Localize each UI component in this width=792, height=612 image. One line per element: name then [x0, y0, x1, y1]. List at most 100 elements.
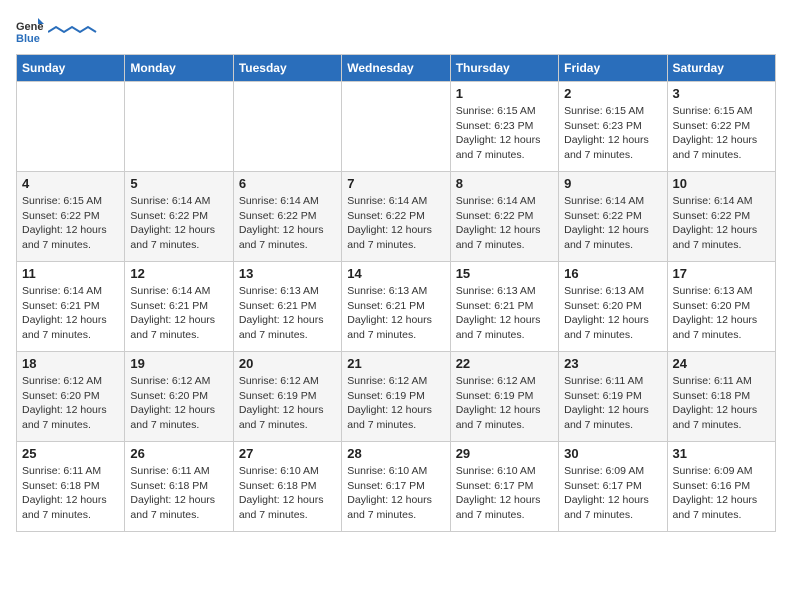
day-cell — [17, 82, 125, 172]
day-cell: 31 Sunrise: 6:09 AMSunset: 6:16 PMDayligh… — [667, 442, 775, 532]
day-info: Sunrise: 6:15 AMSunset: 6:22 PMDaylight:… — [22, 194, 119, 253]
day-cell: 19 Sunrise: 6:12 AMSunset: 6:20 PMDayligh… — [125, 352, 233, 442]
logo-wave — [48, 24, 98, 34]
day-cell: 4Sunrise: 6:15 AMSunset: 6:22 PMDaylight… — [17, 172, 125, 262]
day-info: Sunrise: 6:14 AMSunset: 6:22 PMDaylight:… — [130, 194, 227, 253]
day-cell: 7 Sunrise: 6:14 AMSunset: 6:22 PMDaylight… — [342, 172, 450, 262]
day-cell: 20 Sunrise: 6:12 AMSunset: 6:19 PMDayligh… — [233, 352, 341, 442]
day-cell: 8 Sunrise: 6:14 AMSunset: 6:22 PMDaylight… — [450, 172, 558, 262]
calendar-table: SundayMondayTuesdayWednesdayThursdayFrid… — [16, 54, 776, 532]
day-cell: 28 Sunrise: 6:10 AMSunset: 6:17 PMDayligh… — [342, 442, 450, 532]
day-cell: 30 Sunrise: 6:09 AMSunset: 6:17 PMDayligh… — [559, 442, 667, 532]
day-cell — [342, 82, 450, 172]
day-number: 19 — [130, 356, 227, 371]
day-cell: 11 Sunrise: 6:14 AMSunset: 6:21 PMDayligh… — [17, 262, 125, 352]
day-number: 8 — [456, 176, 553, 191]
weekday-header-saturday: Saturday — [667, 55, 775, 82]
day-number: 18 — [22, 356, 119, 371]
day-cell: 9Sunrise: 6:14 AMSunset: 6:22 PMDaylight… — [559, 172, 667, 262]
day-info: Sunrise: 6:12 AMSunset: 6:19 PMDaylight:… — [347, 374, 444, 433]
day-cell: 17Sunrise: 6:13 AMSunset: 6:20 PMDayligh… — [667, 262, 775, 352]
day-info: Sunrise: 6:14 AMSunset: 6:22 PMDaylight:… — [564, 194, 661, 253]
day-number: 31 — [673, 446, 770, 461]
day-number: 24 — [673, 356, 770, 371]
day-info: Sunrise: 6:13 AMSunset: 6:21 PMDaylight:… — [239, 284, 336, 343]
day-info: Sunrise: 6:12 AMSunset: 6:19 PMDaylight:… — [239, 374, 336, 433]
day-info: Sunrise: 6:10 AMSunset: 6:18 PMDaylight:… — [239, 464, 336, 523]
day-cell: 2 Sunrise: 6:15 AMSunset: 6:23 PMDaylight… — [559, 82, 667, 172]
day-cell: 1Sunrise: 6:15 AMSunset: 6:23 PMDaylight… — [450, 82, 558, 172]
day-info: Sunrise: 6:11 AMSunset: 6:18 PMDaylight:… — [130, 464, 227, 523]
day-info: Sunrise: 6:14 AMSunset: 6:22 PMDaylight:… — [239, 194, 336, 253]
day-number: 3 — [673, 86, 770, 101]
day-info: Sunrise: 6:14 AMSunset: 6:22 PMDaylight:… — [673, 194, 770, 253]
day-cell: 27 Sunrise: 6:10 AMSunset: 6:18 PMDayligh… — [233, 442, 341, 532]
day-number: 22 — [456, 356, 553, 371]
day-cell: 25Sunrise: 6:11 AMSunset: 6:18 PMDayligh… — [17, 442, 125, 532]
day-cell: 29Sunrise: 6:10 AMSunset: 6:17 PMDayligh… — [450, 442, 558, 532]
day-info: Sunrise: 6:13 AMSunset: 6:21 PMDaylight:… — [347, 284, 444, 343]
day-number: 28 — [347, 446, 444, 461]
logo-icon: General Blue — [16, 16, 44, 44]
day-cell: 23 Sunrise: 6:11 AMSunset: 6:19 PMDayligh… — [559, 352, 667, 442]
day-info: Sunrise: 6:13 AMSunset: 6:20 PMDaylight:… — [673, 284, 770, 343]
day-cell: 6 Sunrise: 6:14 AMSunset: 6:22 PMDaylight… — [233, 172, 341, 262]
day-cell: 16Sunrise: 6:13 AMSunset: 6:20 PMDayligh… — [559, 262, 667, 352]
day-number: 26 — [130, 446, 227, 461]
day-number: 6 — [239, 176, 336, 191]
weekday-header-friday: Friday — [559, 55, 667, 82]
weekday-header-tuesday: Tuesday — [233, 55, 341, 82]
day-number: 29 — [456, 446, 553, 461]
weekday-header: SundayMondayTuesdayWednesdayThursdayFrid… — [17, 55, 776, 82]
day-number: 20 — [239, 356, 336, 371]
day-info: Sunrise: 6:14 AMSunset: 6:22 PMDaylight:… — [456, 194, 553, 253]
day-number: 15 — [456, 266, 553, 281]
day-info: Sunrise: 6:14 AMSunset: 6:22 PMDaylight:… — [347, 194, 444, 253]
day-info: Sunrise: 6:12 AMSunset: 6:20 PMDaylight:… — [22, 374, 119, 433]
day-cell — [233, 82, 341, 172]
day-number: 12 — [130, 266, 227, 281]
logo: General Blue — [16, 16, 98, 44]
day-info: Sunrise: 6:09 AMSunset: 6:17 PMDaylight:… — [564, 464, 661, 523]
page-header: General Blue — [16, 16, 776, 44]
day-cell: 13 Sunrise: 6:13 AMSunset: 6:21 PMDayligh… — [233, 262, 341, 352]
calendar-body: 1Sunrise: 6:15 AMSunset: 6:23 PMDaylight… — [17, 82, 776, 532]
day-cell: 21Sunrise: 6:12 AMSunset: 6:19 PMDayligh… — [342, 352, 450, 442]
day-number: 11 — [22, 266, 119, 281]
day-number: 7 — [347, 176, 444, 191]
day-number: 10 — [673, 176, 770, 191]
day-info: Sunrise: 6:12 AMSunset: 6:20 PMDaylight:… — [130, 374, 227, 433]
day-cell: 14Sunrise: 6:13 AMSunset: 6:21 PMDayligh… — [342, 262, 450, 352]
day-info: Sunrise: 6:11 AMSunset: 6:18 PMDaylight:… — [673, 374, 770, 433]
week-row-2: 4Sunrise: 6:15 AMSunset: 6:22 PMDaylight… — [17, 172, 776, 262]
day-number: 30 — [564, 446, 661, 461]
svg-text:Blue: Blue — [16, 33, 40, 44]
day-number: 16 — [564, 266, 661, 281]
day-info: Sunrise: 6:14 AMSunset: 6:21 PMDaylight:… — [22, 284, 119, 343]
week-row-1: 1Sunrise: 6:15 AMSunset: 6:23 PMDaylight… — [17, 82, 776, 172]
day-info: Sunrise: 6:11 AMSunset: 6:19 PMDaylight:… — [564, 374, 661, 433]
day-info: Sunrise: 6:15 AMSunset: 6:23 PMDaylight:… — [564, 104, 661, 163]
weekday-header-thursday: Thursday — [450, 55, 558, 82]
day-cell: 18 Sunrise: 6:12 AMSunset: 6:20 PMDayligh… — [17, 352, 125, 442]
day-number: 27 — [239, 446, 336, 461]
weekday-header-monday: Monday — [125, 55, 233, 82]
week-row-5: 25Sunrise: 6:11 AMSunset: 6:18 PMDayligh… — [17, 442, 776, 532]
week-row-4: 18 Sunrise: 6:12 AMSunset: 6:20 PMDayligh… — [17, 352, 776, 442]
day-cell — [125, 82, 233, 172]
weekday-header-sunday: Sunday — [17, 55, 125, 82]
day-number: 2 — [564, 86, 661, 101]
day-info: Sunrise: 6:11 AMSunset: 6:18 PMDaylight:… — [22, 464, 119, 523]
day-number: 23 — [564, 356, 661, 371]
week-row-3: 11 Sunrise: 6:14 AMSunset: 6:21 PMDayligh… — [17, 262, 776, 352]
day-number: 13 — [239, 266, 336, 281]
day-info: Sunrise: 6:09 AMSunset: 6:16 PMDaylight:… — [673, 464, 770, 523]
weekday-header-wednesday: Wednesday — [342, 55, 450, 82]
day-cell: 24 Sunrise: 6:11 AMSunset: 6:18 PMDayligh… — [667, 352, 775, 442]
day-info: Sunrise: 6:12 AMSunset: 6:19 PMDaylight:… — [456, 374, 553, 433]
day-cell: 22 Sunrise: 6:12 AMSunset: 6:19 PMDayligh… — [450, 352, 558, 442]
day-info: Sunrise: 6:10 AMSunset: 6:17 PMDaylight:… — [347, 464, 444, 523]
day-cell: 12 Sunrise: 6:14 AMSunset: 6:21 PMDayligh… — [125, 262, 233, 352]
day-cell: 15Sunrise: 6:13 AMSunset: 6:21 PMDayligh… — [450, 262, 558, 352]
day-info: Sunrise: 6:14 AMSunset: 6:21 PMDaylight:… — [130, 284, 227, 343]
